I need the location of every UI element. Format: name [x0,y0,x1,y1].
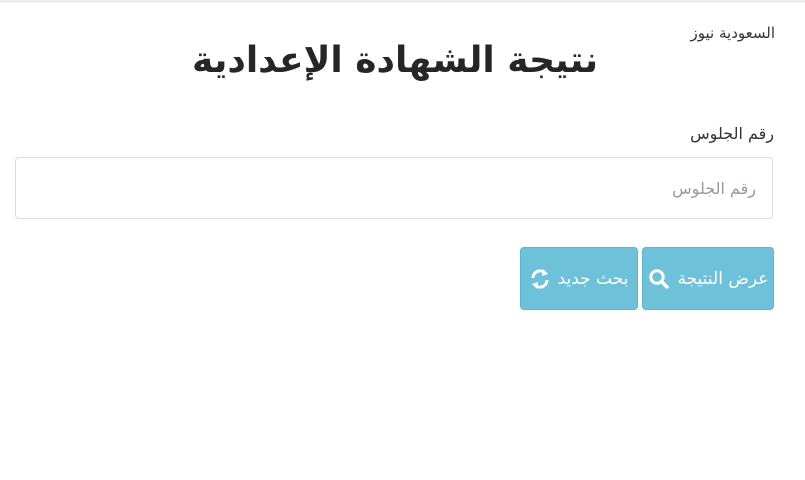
page-title: نتيجة الشهادة الإعدادية [192,40,598,81]
show-result-label: عرض النتيجة [677,268,769,289]
top-divider [0,0,805,3]
seat-number-input[interactable] [15,157,773,219]
new-search-label: بحث جديد [557,268,629,289]
refresh-icon [530,268,550,290]
show-result-button[interactable]: عرض النتيجة [642,247,774,310]
search-icon [648,268,670,290]
seat-number-label: رقم الجلوس [690,124,774,143]
new-search-button[interactable]: بحث جديد [520,247,638,310]
